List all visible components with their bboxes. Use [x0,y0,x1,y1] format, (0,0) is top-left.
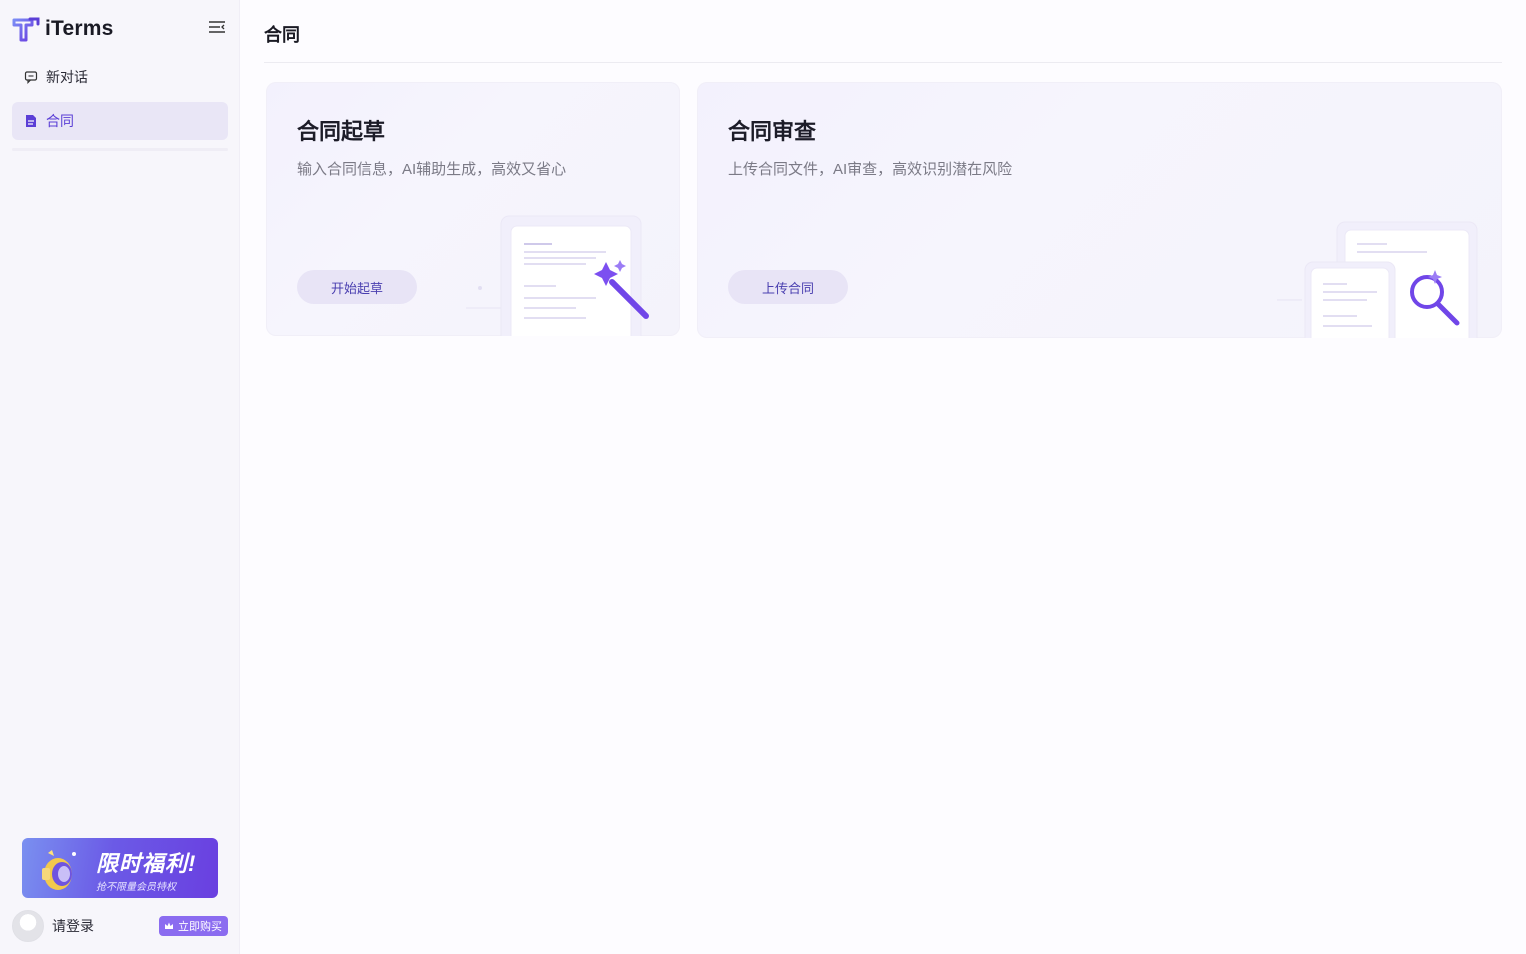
contract-draft-card[interactable]: 合同起草 输入合同信息，AI辅助生成，高效又省心 开始起草 [266,82,680,336]
main-content: 合同 合同起草 输入合同信息，AI辅助生成，高效又省心 开始起草 合同审查 上传… [240,0,1526,954]
brand-name: iTerms [45,17,114,40]
sidebar: iTerms 新对话 合同 限时福利! 抢不限量会员特权 请登录 立即购买 [0,0,240,954]
avatar[interactable] [12,910,44,942]
header-divider [264,62,1502,63]
magic-wand-document-icon [466,215,649,336]
buy-now-button[interactable]: 立即购买 [159,916,228,936]
document-icon [24,114,38,128]
megaphone-icon [42,850,76,890]
user-row: 请登录 立即购买 [12,910,228,942]
sidebar-item-label: 合同 [46,113,74,129]
upload-contract-button[interactable]: 上传合同 [728,270,848,304]
buy-now-label: 立即购买 [178,921,222,933]
card-description: 输入合同信息，AI辅助生成，高效又省心 [297,161,567,178]
card-description: 上传合同文件，AI审查，高效识别潜在风险 [728,161,1013,178]
sidebar-item-new-chat[interactable]: 新对话 [12,58,228,96]
promo-subtitle: 抢不限量会员特权 [96,882,176,893]
login-link[interactable]: 请登录 [52,916,94,936]
promo-title: 限时福利! [96,851,197,876]
sidebar-item-contract[interactable]: 合同 [12,102,228,140]
sidebar-item-label: 新对话 [46,69,88,85]
crown-icon [164,921,174,931]
brand[interactable]: iTerms [12,14,114,44]
collapse-sidebar-icon[interactable] [206,18,228,36]
page-title: 合同 [264,25,300,45]
card-title: 合同起草 [297,119,386,144]
card-title: 合同审查 [728,119,817,144]
contract-review-card[interactable]: 合同审查 上传合同文件，AI审查，高效识别潜在风险 上传合同 [697,82,1502,338]
promo-banner[interactable]: 限时福利! 抢不限量会员特权 [22,838,218,898]
chat-icon [24,70,38,84]
start-draft-button[interactable]: 开始起草 [297,270,417,304]
iterms-logo [12,17,40,42]
sidebar-divider [12,148,228,151]
app-root: iTerms 新对话 合同 限时福利! 抢不限量会员特权 请登录 立即购买 合同… [0,0,1526,954]
magnifier-document-icon [1277,221,1478,338]
